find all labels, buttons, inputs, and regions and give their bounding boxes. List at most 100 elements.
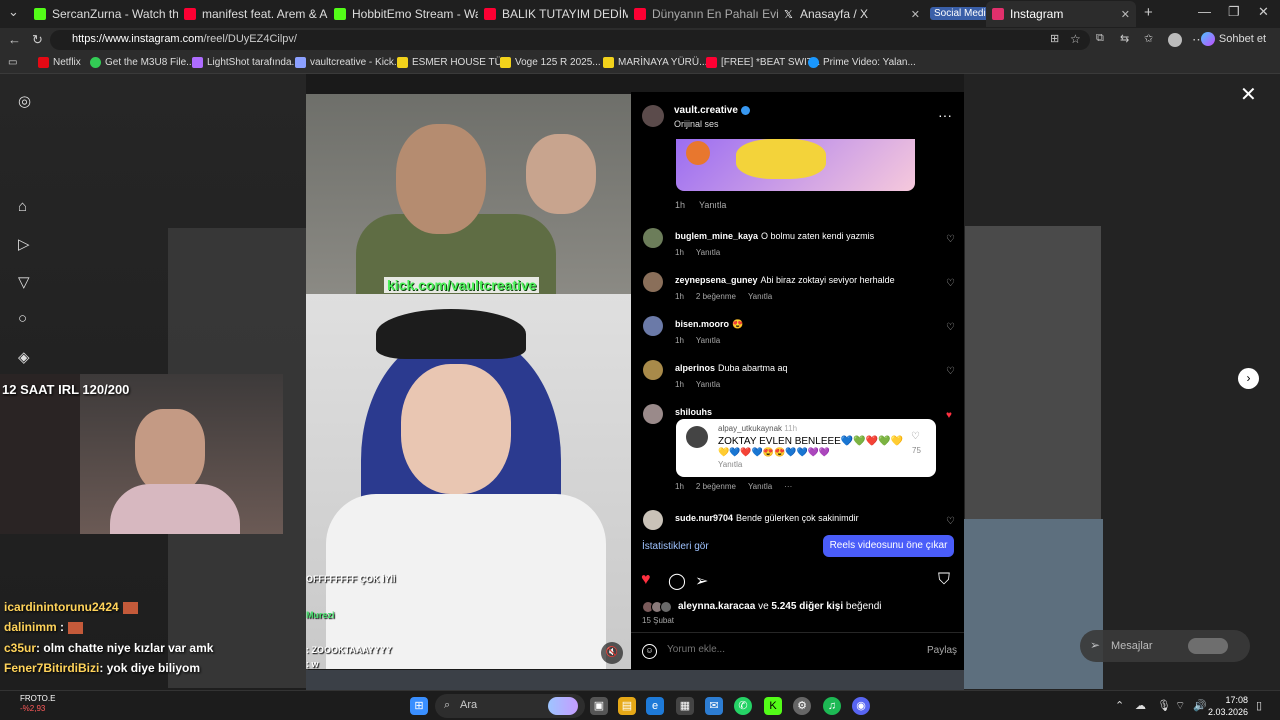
tab-manifest[interactable]: manifest feat. Arem & Arman -✕ — [178, 1, 328, 27]
audio-label[interactable]: Orijinal ses — [674, 119, 719, 129]
edge-icon[interactable]: e — [646, 697, 664, 715]
commenter-avatar[interactable] — [643, 404, 663, 424]
author-avatar[interactable] — [642, 105, 664, 127]
reply-link[interactable]: Yanıtla — [748, 292, 772, 301]
like-comment-icon[interactable]: ♡ — [946, 516, 955, 527]
bookmark-prime[interactable]: Prime Video: Yalan... — [808, 57, 916, 68]
copilot-chat-button[interactable]: Sohbet et — [1200, 32, 1266, 46]
tab-balik[interactable]: BALIK TUTAYIM DEDİM BALIĞI T✕ — [478, 1, 628, 27]
mail-icon[interactable]: ✉ — [705, 697, 723, 715]
spotify-icon[interactable]: ♫ — [823, 697, 841, 715]
like-comment-icon[interactable]: ♡ — [946, 234, 955, 245]
search-icon[interactable]: ○ — [18, 310, 27, 327]
reel-video[interactable]: kick.com/vaultcreative OFFFFFFFF ÇOK İYİ… — [306, 94, 631, 669]
next-reel-icon[interactable]: › — [1238, 368, 1259, 389]
new-tab-icon[interactable]: + — [1144, 4, 1153, 21]
volume-icon[interactable]: 🔊 — [1193, 699, 1207, 712]
bookmark-marina[interactable]: MARİNAYA YÜRÜ... — [603, 57, 707, 68]
post-comment-button[interactable]: Paylaş — [927, 645, 957, 656]
profile-avatar[interactable] — [1168, 33, 1182, 47]
discord-icon[interactable]: ◉ — [852, 697, 870, 715]
comment-icon[interactable]: ◯ — [668, 571, 686, 591]
onedrive-icon[interactable]: ☁ — [1135, 699, 1146, 712]
bookmarks-toggle-icon[interactable]: ▭ — [8, 57, 17, 68]
favorites-icon[interactable]: ✩ — [1144, 32, 1153, 45]
promote-reel-button[interactable]: Reels videosunu öne çıkar — [823, 535, 954, 557]
commenter-name[interactable]: shilouhs — [675, 407, 712, 417]
reply-link[interactable]: Yanıtla — [696, 380, 720, 389]
reply-link[interactable]: Yanıtla — [699, 200, 726, 210]
save-bookmark-icon[interactable]: ⛉ — [938, 571, 950, 589]
tab-hobbitemo[interactable]: HobbitEmo Stream - Watch Live✕ — [328, 1, 478, 27]
share-icon[interactable]: ➢ — [695, 571, 708, 591]
system-clock[interactable]: 17:08 2.03.2026 — [1208, 694, 1248, 718]
close-window-icon[interactable]: ✕ — [1258, 4, 1269, 20]
reply-link[interactable]: Yanıtla — [748, 482, 772, 491]
commenter-avatar[interactable] — [643, 316, 663, 336]
favorite-star-icon[interactable]: ☆ — [1070, 32, 1081, 46]
bookmark-esmer[interactable]: ESMER HOUSE TÜ... — [397, 57, 510, 68]
like-comment-icon[interactable]: ♡ — [946, 278, 955, 289]
more-options-icon[interactable]: ··· — [784, 482, 792, 491]
like-heart-icon[interactable]: ♥ — [641, 571, 651, 589]
tab-sercanzurna[interactable]: SercanZurna - Watch the VOD o✕ — [28, 1, 178, 27]
liked-by-user[interactable]: aleynna.karacaa — [678, 601, 755, 612]
back-icon[interactable]: ← — [8, 32, 21, 47]
messages-button[interactable]: ➢ Mesajlar — [1080, 630, 1250, 662]
reader-icon[interactable]: ⊞ — [1050, 32, 1059, 45]
home-icon[interactable]: ⌂ — [18, 198, 27, 215]
tab-x[interactable]: 𝕏 Anasayfa / X ✕ — [778, 1, 926, 27]
reels-icon[interactable]: ▷ — [18, 235, 30, 253]
commenter-avatar[interactable] — [643, 510, 663, 530]
whatsapp-icon[interactable]: ✆ — [734, 697, 752, 715]
commenter-name[interactable]: buglem_mine_kaya — [675, 231, 758, 241]
close-tab-icon[interactable]: ✕ — [1121, 8, 1130, 21]
commenter-name[interactable]: alperinos — [675, 363, 715, 373]
bookmark-beat[interactable]: [FREE] *BEAT SWIT... — [706, 57, 820, 68]
stock-widget[interactable]: FROTO.E -%2,93 — [20, 694, 55, 714]
file-explorer-icon[interactable]: ▤ — [618, 697, 636, 715]
commenter-name[interactable]: zeynepsena_guney — [675, 275, 758, 285]
bookmark-netflix[interactable]: Netflix — [38, 57, 81, 68]
likes-summary[interactable]: aleynna.karacaa ve 5.245 diğer kişi beğe… — [678, 601, 882, 612]
split-screen-icon[interactable]: ⇆ — [1120, 32, 1129, 45]
reply-link[interactable]: Yanıtla — [696, 336, 720, 345]
bookmark-m3u8[interactable]: Get the M3U8 File... — [90, 57, 194, 68]
like-comment-icon[interactable]: ♡ — [946, 366, 955, 377]
notifications-icon[interactable]: ▯ — [1256, 699, 1262, 712]
store-icon[interactable]: ▦ — [676, 697, 694, 715]
commenter-avatar[interactable] — [643, 228, 663, 248]
bookmark-vaultcreative[interactable]: vaultcreative - Kick... — [295, 57, 402, 68]
instagram-logo-icon[interactable]: ◎ — [18, 92, 31, 110]
reply-link[interactable]: Yanıtla — [696, 248, 720, 257]
comment-likes[interactable]: 2 beğenme — [696, 482, 736, 491]
tab-instagram[interactable]: Instagram ✕ — [986, 1, 1136, 27]
network-icon[interactable]: ⌔ — [1175, 699, 1185, 713]
taskbar-search[interactable]: ⌕ Ara — [435, 694, 585, 718]
quoted-reply-card[interactable]: alpay_utkukaynak 11h ZOKTAY EVLEN BENLEE… — [676, 419, 936, 477]
commenter-name[interactable]: sude.nur9704 — [675, 513, 733, 523]
compass-icon[interactable]: ◈ — [18, 348, 30, 366]
kick-app-icon[interactable]: K — [764, 697, 782, 715]
mute-icon[interactable]: 🔇 — [601, 642, 623, 664]
comment-likes[interactable]: 2 beğenme — [696, 292, 736, 301]
bookmark-voge[interactable]: Voge 125 R 2025... — [500, 57, 601, 68]
minimize-icon[interactable]: — — [1198, 4, 1211, 19]
tab-dunyanin[interactable]: Dünyanın En Pahalı Evi / New Y✕ — [628, 1, 778, 27]
emoji-icon[interactable]: ☺ — [642, 644, 657, 659]
view-insights-link[interactable]: İstatistikleri gör — [642, 541, 709, 552]
likes-count[interactable]: 5.245 diğer kişi — [771, 601, 843, 612]
restore-icon[interactable]: ❐ — [1228, 4, 1240, 20]
commenter-name[interactable]: bisen.mooro — [675, 319, 729, 329]
close-tab-icon[interactable]: ✕ — [911, 8, 920, 21]
refresh-icon[interactable]: ↻ — [32, 32, 43, 48]
bookmark-lightshot[interactable]: LightShot tarafında... — [192, 57, 300, 68]
close-icon[interactable]: ✕ — [1240, 82, 1257, 107]
like-comment-icon[interactable]: ♡ — [946, 322, 955, 333]
comment-input[interactable] — [667, 644, 907, 655]
commenter-avatar[interactable] — [643, 272, 663, 292]
more-options-icon[interactable]: ··· — [938, 107, 952, 123]
commenter-avatar[interactable] — [643, 360, 663, 380]
url-field[interactable]: https://www.instagram.com/reel/DUyEZ4Cil… — [50, 30, 1090, 50]
author-name[interactable]: vault.creative — [674, 105, 750, 116]
